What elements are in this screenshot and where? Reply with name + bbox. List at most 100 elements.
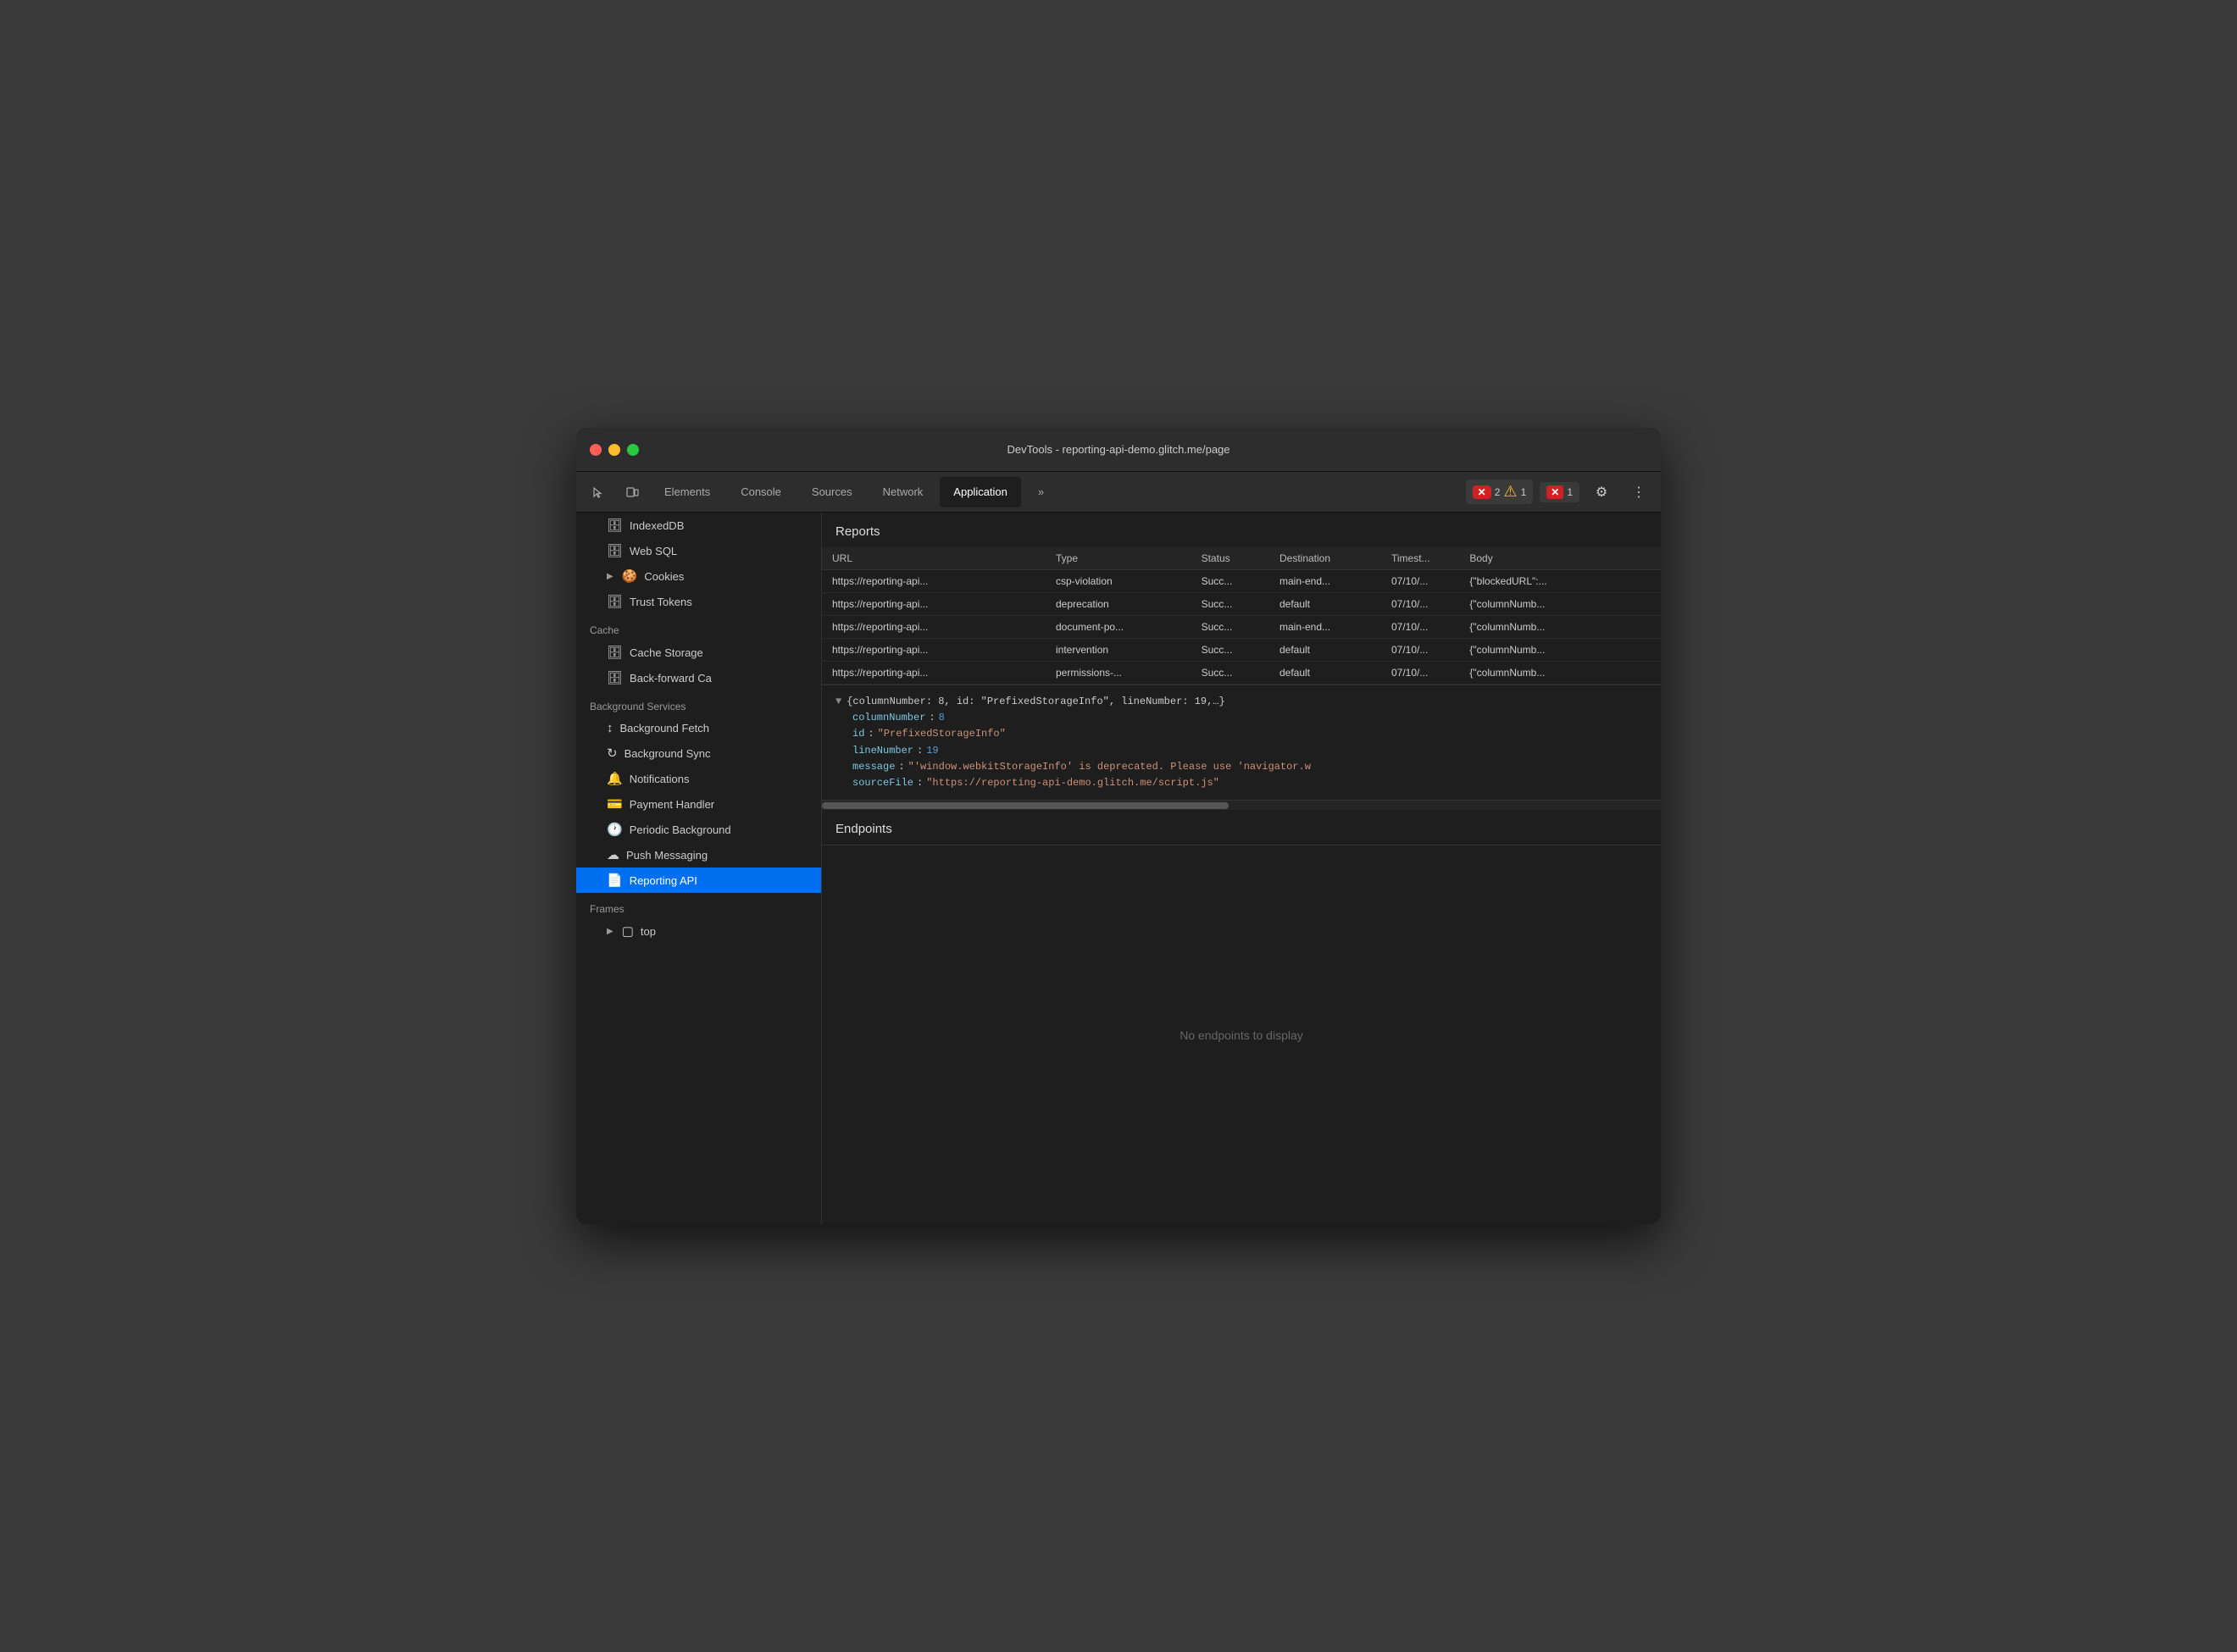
json-field-key: columnNumber [852,710,925,726]
cell-3: default [1269,593,1381,616]
table-row[interactable]: https://reporting-api...deprecationSucc.… [822,593,1661,616]
sidebar-item-reporting-api[interactable]: 📄 Reporting API [576,868,821,893]
cell-4: 07/10/... [1381,570,1459,593]
toolbar-right: ✕ 2 ⚠ 1 ✕ 1 ⚙ ⋮ [1466,477,1654,507]
json-field-value: "https://reporting-api-demo.glitch.me/sc… [926,775,1219,791]
more-menu-button[interactable]: ⋮ [1624,477,1654,507]
scrollbar-thumb[interactable] [822,802,1229,809]
json-field-line: columnNumber: 8 [852,710,1647,726]
minimize-button[interactable] [608,444,620,456]
tab-network[interactable]: Network [869,477,937,507]
json-expand-icon[interactable]: ▼ [835,694,841,710]
cell-1: csp-violation [1046,570,1191,593]
bg-fetch-icon: ↕ [607,721,613,735]
json-detail-panel: ▼ { columnNumber: 8, id: "PrefixedStorag… [822,685,1661,800]
cursor-icon-button[interactable] [583,477,613,507]
sidebar-item-cookies[interactable]: ▶ 🍪 Cookies [576,563,821,589]
cell-1: permissions-... [1046,662,1191,685]
sidebar-item-back-forward[interactable]: 🗄 Back-forward Ca [576,665,821,690]
sidebar-item-notifications[interactable]: 🔔 Notifications [576,766,821,791]
json-summary-line: ▼ { columnNumber: 8, id: "PrefixedStorag… [835,694,1647,710]
json-field-key: sourceFile [852,775,913,791]
sidebar-item-bg-fetch[interactable]: ↕ Background Fetch [576,716,821,740]
database-icon: 🗄 [607,518,623,533]
periodic-icon: 🕐 [607,822,623,837]
cell-3: main-end... [1269,570,1381,593]
sidebar-item-label: Push Messaging [626,849,708,862]
tab-console[interactable]: Console [727,477,795,507]
tab-application[interactable]: Application [940,477,1021,507]
sidebar-item-periodic-bg[interactable]: 🕐 Periodic Background [576,817,821,842]
endpoints-section: Endpoints No endpoints to display [822,810,1661,1224]
json-field-key: lineNumber [852,743,913,759]
table-row[interactable]: https://reporting-api...csp-violationSuc… [822,570,1661,593]
cookie-icon: 🍪 [622,568,638,584]
col-header-url: URL [822,547,1046,570]
json-fields: columnNumber: 8id: "PrefixedStorageInfo"… [852,710,1647,791]
push-icon: ☁ [607,847,619,862]
cell-4: 07/10/... [1381,639,1459,662]
sidebar-item-bg-sync[interactable]: ↻ Background Sync [576,740,821,766]
json-field-value: "'window.webkitStorageInfo' is deprecate… [908,759,1311,775]
sidebar-item-label: Payment Handler [630,798,714,811]
tab-sources[interactable]: Sources [798,477,866,507]
cell-5: {"columnNumb... [1459,662,1661,685]
traffic-lights [590,444,639,456]
error2-badge[interactable]: ✕ 1 [1540,482,1579,502]
trust-tokens-icon: 🗄 [607,594,623,609]
cell-0: https://reporting-api... [822,662,1046,685]
expand-arrow-icon: ▶ [607,572,613,581]
col-header-type: Type [1046,547,1191,570]
devtools-window: DevTools - reporting-api-demo.glitch.me/… [576,428,1661,1224]
sidebar-item-cache-storage[interactable]: 🗄 Cache Storage [576,640,821,665]
tab-more[interactable]: » [1024,477,1057,507]
tab-elements[interactable]: Elements [651,477,724,507]
horizontal-scrollbar[interactable] [822,800,1661,810]
col-header-destination: Destination [1269,547,1381,570]
device-toolbar-icon-button[interactable] [617,477,647,507]
settings-button[interactable]: ⚙ [1586,477,1617,507]
sidebar-item-push-messaging[interactable]: ☁ Push Messaging [576,842,821,868]
cell-4: 07/10/... [1381,593,1459,616]
back-forward-icon: 🗄 [607,670,623,685]
sidebar-item-label: Cookies [644,570,684,583]
database2-icon: 🗄 [607,543,623,558]
warning-icon: ⚠ [1503,483,1517,501]
titlebar: DevTools - reporting-api-demo.glitch.me/… [576,428,1661,472]
sidebar-item-websql[interactable]: 🗄 Web SQL [576,538,821,563]
sidebar-item-frames-top[interactable]: ▶ ▢ top [576,918,821,944]
sidebar-item-label: Reporting API [630,874,697,887]
cell-5: {"columnNumb... [1459,639,1661,662]
col-header-status: Status [1191,547,1269,570]
toolbar: Elements Console Sources Network Applica… [576,472,1661,513]
cell-2: Succ... [1191,616,1269,639]
sidebar-item-trust-tokens[interactable]: 🗄 Trust Tokens [576,589,821,614]
close-button[interactable] [590,444,602,456]
bg-services-section-title: Background Services [576,690,821,716]
json-field-value: 8 [939,710,945,726]
sidebar-item-indexeddb[interactable]: 🗄 IndexedDB [576,513,821,538]
error-warning-badge[interactable]: ✕ 2 ⚠ 1 [1466,480,1534,504]
json-field-value: "PrefixedStorageInfo" [878,726,1006,742]
table-row[interactable]: https://reporting-api...permissions-...S… [822,662,1661,685]
no-endpoints-text: No endpoints to display [1180,1028,1303,1042]
table-row[interactable]: https://reporting-api...document-po...Su… [822,616,1661,639]
sidebar-item-payment-handler[interactable]: 💳 Payment Handler [576,791,821,817]
cell-5: {"blockedURL":... [1459,570,1661,593]
json-field-value: 19 [926,743,938,759]
frames-expand-icon: ▶ [607,927,613,936]
sidebar: 🗄 IndexedDB 🗄 Web SQL ▶ 🍪 Cookies 🗄 Trus… [576,513,822,1224]
settings-icon: ⚙ [1596,484,1607,501]
sidebar-item-label: Periodic Background [630,823,731,836]
cell-1: document-po... [1046,616,1191,639]
cache-section-title: Cache [576,614,821,640]
maximize-button[interactable] [627,444,639,456]
sidebar-item-label: Back-forward Ca [630,672,712,685]
cell-0: https://reporting-api... [822,616,1046,639]
frames-section-title: Frames [576,893,821,918]
json-summary-text: columnNumber: 8, id: "PrefixedStorageInf… [852,694,1218,710]
table-row[interactable]: https://reporting-api...interventionSucc… [822,639,1661,662]
sidebar-item-label: Background Fetch [620,722,710,735]
sidebar-item-label: top [641,925,656,938]
sidebar-item-label: IndexedDB [630,519,684,532]
